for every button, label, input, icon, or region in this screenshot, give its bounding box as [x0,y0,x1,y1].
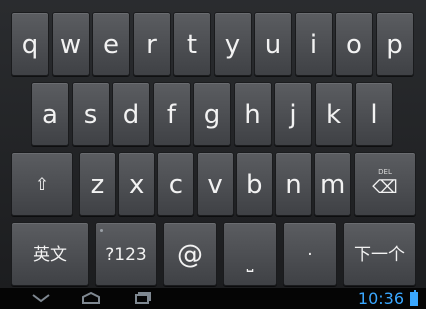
key-d[interactable]: d [112,82,150,146]
key-label: g [203,100,221,130]
key-label: s [83,100,98,130]
back-icon[interactable] [31,291,51,305]
key-label: j [289,100,297,130]
key-label: u [264,30,282,60]
key-label: c [168,170,184,200]
home-icon[interactable] [80,291,102,305]
key-u[interactable]: u [254,12,292,76]
key-s[interactable]: s [71,82,110,146]
keyboard-row-1: qwertyuiop [0,12,426,76]
key-label: m [320,170,346,200]
key-label: q [21,30,39,60]
delete-backspace-icon: ⌫ [372,177,398,198]
language-switch-key[interactable]: 英文 [11,222,89,286]
key-label: f [166,100,177,130]
key-label: k [325,100,342,130]
key-x[interactable]: x [118,152,156,216]
key-v[interactable]: v [196,152,234,216]
key-c[interactable]: c [157,152,195,216]
shift-up-icon: ⇧ [34,175,50,195]
key-m[interactable]: m [314,152,352,216]
key-label: t [186,30,198,60]
key-t[interactable]: t [173,12,211,76]
key-b[interactable]: b [235,152,273,216]
key-l[interactable]: l [355,82,393,146]
keyboard-row-4: 英文 ?123 @ ⎵ · 下一个 [0,222,426,286]
next-key[interactable]: 下一个 [343,222,416,286]
at-key[interactable]: @ [163,222,217,286]
key-i[interactable]: i [294,12,333,76]
clock: 10:36 [357,289,404,308]
key-y[interactable]: y [213,12,252,76]
key-label: d [122,100,140,130]
key-label: h [244,100,261,130]
key-g[interactable]: g [193,82,231,146]
battery-icon [410,292,418,306]
long-press-indicator [100,229,103,232]
key-label: w [59,30,82,60]
key-label: a [42,100,58,130]
key-z[interactable]: z [79,152,116,216]
key-w[interactable]: w [51,12,90,76]
delete-label: DEL [378,168,392,176]
shift-key[interactable]: ⇧ [11,152,73,216]
key-label: y [224,30,241,60]
key-label: l [370,100,378,130]
keyboard-row-2: asdfghjkl [0,82,426,146]
recent-apps-icon[interactable] [132,291,154,305]
key-label: b [246,170,263,200]
key-f[interactable]: f [152,82,191,146]
key-j[interactable]: j [274,82,312,146]
key-e[interactable]: e [92,12,130,76]
key-k[interactable]: k [314,82,353,146]
key-label: i [309,30,318,60]
key-label: z [90,170,105,200]
space-key[interactable]: ⎵ [223,222,277,286]
system-navigation-bar: 10:36 [0,288,426,309]
key-label: o [346,30,362,60]
key-label: r [146,30,157,60]
key-label: x [128,170,145,200]
key-r[interactable]: r [132,12,171,76]
key-label: p [386,30,403,60]
period-key[interactable]: · [283,222,337,286]
key-label: e [103,30,119,60]
keyboard-row-3: ⇧ zxcvbnm ⌫ DEL [0,152,426,216]
numbers-symbols-key[interactable]: ?123 [95,222,157,286]
delete-key[interactable]: ⌫ DEL [354,152,416,216]
key-n[interactable]: n [275,152,312,216]
key-label: n [285,170,302,200]
key-q[interactable]: q [11,12,49,76]
soft-keyboard: qwertyuiop asdfghjkl ⇧ zxcvbnm ⌫ DEL 英文 … [0,0,426,288]
key-h[interactable]: h [233,82,272,146]
key-label: v [207,170,223,200]
key-a[interactable]: a [31,82,69,146]
key-p[interactable]: p [375,12,414,76]
key-o[interactable]: o [335,12,373,76]
